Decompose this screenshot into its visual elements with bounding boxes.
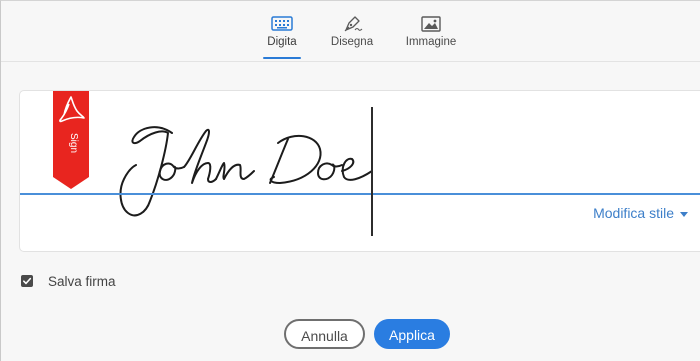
keyboard-icon xyxy=(271,16,293,31)
tab-digita-label: Digita xyxy=(267,36,297,48)
cancel-button[interactable]: Annulla xyxy=(284,319,365,349)
pen-draw-icon xyxy=(344,16,363,32)
image-icon xyxy=(421,16,441,32)
active-tab-indicator xyxy=(263,57,301,59)
apply-button[interactable]: Applica xyxy=(374,319,450,349)
change-style-dropdown[interactable]: Modifica stile xyxy=(593,205,688,221)
save-signature-label: Salva firma xyxy=(48,274,116,289)
text-cursor xyxy=(371,107,373,236)
chevron-down-icon xyxy=(680,211,688,217)
tab-immagine-label: Immagine xyxy=(405,36,457,48)
save-signature-checkbox[interactable] xyxy=(21,275,33,287)
signature-preview xyxy=(119,126,373,217)
tab-disegna[interactable]: Disegna xyxy=(317,9,387,59)
tab-digita[interactable]: Digita xyxy=(247,9,317,59)
signature-baseline xyxy=(20,193,700,195)
change-style-label: Modifica stile xyxy=(593,205,674,221)
checkmark-icon xyxy=(23,277,32,285)
sign-tag-label: Sign xyxy=(68,133,79,153)
tab-disegna-label: Disegna xyxy=(330,36,374,48)
signature-mode-tabs: Digita Disegna Immagine xyxy=(1,1,700,62)
signature-canvas[interactable]: Sign Modifica stile xyxy=(19,90,700,252)
signature-dialog: Digita Disegna Immagine Sign Modifica st… xyxy=(0,0,700,361)
tab-immagine[interactable]: Immagine xyxy=(396,9,466,59)
adobe-sign-tag: Sign xyxy=(53,91,89,189)
